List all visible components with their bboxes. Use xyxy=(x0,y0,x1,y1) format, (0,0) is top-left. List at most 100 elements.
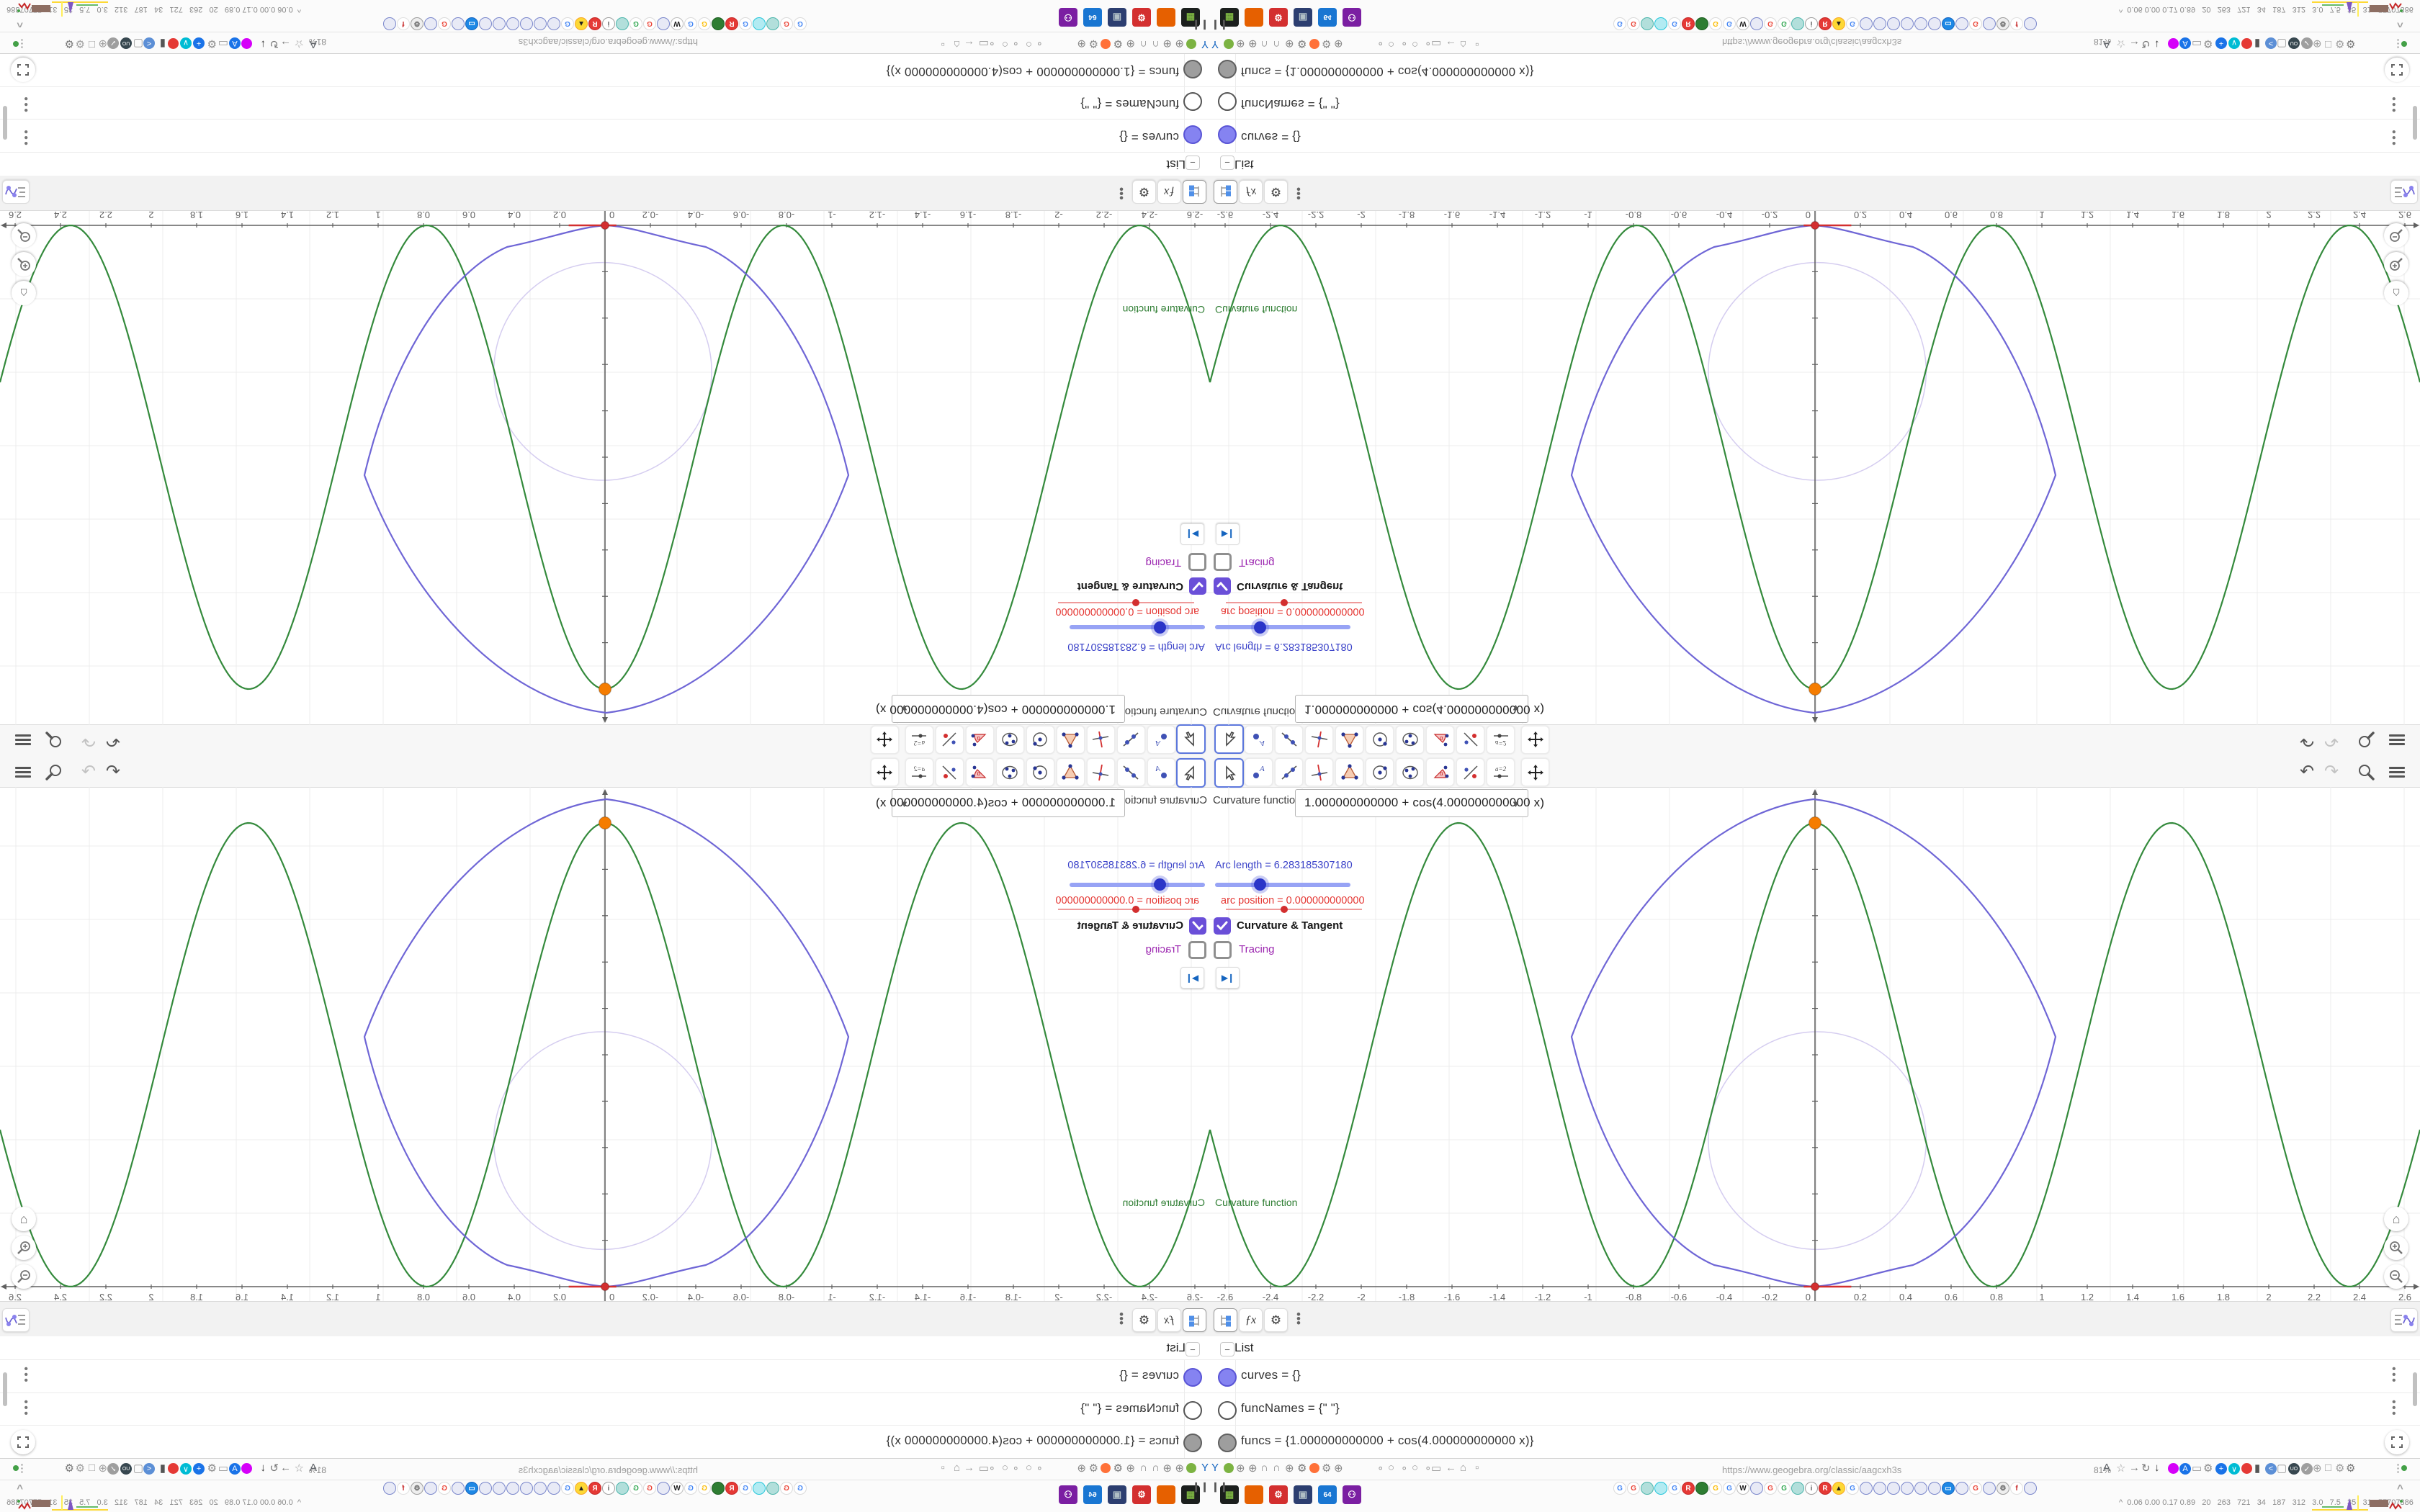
algebra-tree-button[interactable] xyxy=(1183,180,1206,204)
tab-favicon[interactable]: G xyxy=(1709,1482,1722,1495)
tab-favicon[interactable]: ▭ xyxy=(465,17,478,30)
conic-tool[interactable] xyxy=(1396,726,1424,754)
zoom-out-button[interactable] xyxy=(12,1264,36,1289)
browser-icon[interactable]: ⚙ xyxy=(1089,1462,1098,1475)
move-graphics-tool[interactable] xyxy=(1521,726,1549,754)
browser-icon[interactable]: ↻ xyxy=(269,37,279,50)
tab-favicon[interactable] xyxy=(766,17,779,30)
view-toggle-button[interactable] xyxy=(2,180,30,204)
row-menu-icon[interactable]: • • • xyxy=(2392,125,2396,149)
extension-icon[interactable]: ✓ xyxy=(107,37,119,49)
angle-tool[interactable]: α xyxy=(966,758,994,786)
browser-icon[interactable]: ⚙ xyxy=(207,37,217,50)
browser-icon[interactable]: ∘ xyxy=(1377,37,1384,50)
redo-button[interactable]: ↷ xyxy=(2324,762,2339,782)
tab-favicon[interactable]: G xyxy=(1613,17,1626,30)
browser-icon[interactable]: ▢ xyxy=(2277,1462,2287,1475)
fullscreen-button[interactable] xyxy=(2385,58,2409,82)
browser-icon[interactable]: ▭ xyxy=(218,37,228,50)
view-toggle-button[interactable] xyxy=(2,1308,30,1332)
tab-favicon[interactable]: G xyxy=(1723,17,1736,30)
zoom-out-button[interactable] xyxy=(2384,1264,2408,1289)
move-tool[interactable] xyxy=(1176,724,1206,754)
tab-favicon[interactable]: G xyxy=(1764,1482,1777,1495)
main-menu-button[interactable] xyxy=(2389,765,2405,785)
tab-favicon[interactable]: G xyxy=(698,1482,711,1495)
algebra-row-funcnames[interactable]: funcNames = {" "} • • • xyxy=(0,86,1210,120)
browser-icon[interactable]: ⊕ xyxy=(1077,37,1086,50)
browser-icon[interactable]: ↻ xyxy=(2141,1462,2151,1475)
row-menu-icon[interactable]: • • • xyxy=(2392,1364,2396,1387)
browser-icon[interactable]: ∘ xyxy=(1401,37,1407,50)
curvature-tangent-checkbox[interactable] xyxy=(1189,917,1206,935)
tab-favicon[interactable]: ⚙ xyxy=(1996,17,2009,30)
address-bar-url[interactable]: https://www.geogebra.org/classic/aagcxh3… xyxy=(1722,1464,1901,1475)
browser-icon[interactable]: ∩ xyxy=(1139,38,1147,50)
extension-icon[interactable]: ✓ xyxy=(2301,37,2313,49)
extension-icon[interactable]: + xyxy=(2215,37,2227,49)
tab-favicon[interactable] xyxy=(1873,1482,1886,1495)
arc-length-slider-knob[interactable] xyxy=(1154,878,1166,891)
algebra-row-funcnames[interactable]: funcNames = {" "} • • • xyxy=(0,1392,1210,1426)
browser-icon[interactable]: ∩ xyxy=(1273,1462,1281,1474)
browser-icon[interactable]: ∩ xyxy=(1152,38,1160,50)
tab-favicon[interactable] xyxy=(1641,1482,1654,1495)
zoom-in-button[interactable] xyxy=(2384,1236,2408,1260)
extension-icon[interactable]: < xyxy=(2265,1463,2277,1475)
perpendicular-line-tool[interactable] xyxy=(1305,726,1333,754)
tab-favicon[interactable]: G xyxy=(684,17,697,30)
tab-favicon[interactable]: G xyxy=(1969,1482,1982,1495)
graphics-view[interactable]: -2.6 -2.4 -2.2 -2 -1.8 -1.6 -1.4 -1.2 -1 -0.8 -0.6… xyxy=(0,787,1210,1301)
browser-icon[interactable]: ▮ xyxy=(2254,1462,2260,1475)
app-icon[interactable]: ▣ xyxy=(1294,8,1312,27)
tab-favicon[interactable] xyxy=(383,17,396,30)
tab-favicon[interactable]: G xyxy=(1613,1482,1626,1495)
tab-favicon[interactable] xyxy=(2024,1482,2037,1495)
scrollbar-thumb[interactable] xyxy=(2413,106,2417,140)
graphics-view[interactable]: -2.6 -2.4 -2.2 -2 -1.8 -1.6 -1.4 -1.2 -1 -0.8 -0.6… xyxy=(0,211,1210,725)
redo-button[interactable]: ↷ xyxy=(81,730,96,750)
browser-icon[interactable]: ⚙ xyxy=(65,1462,74,1475)
visibility-marble[interactable] xyxy=(1218,1368,1237,1387)
tab-favicon[interactable] xyxy=(616,17,629,30)
browser-icon[interactable]: ↓ xyxy=(2154,1462,2160,1474)
tab-favicon[interactable]: ▭ xyxy=(465,1482,478,1495)
algebra-tree-button[interactable] xyxy=(1183,1308,1206,1332)
row-menu-icon[interactable]: • • • xyxy=(24,1396,28,1420)
extension-icon[interactable] xyxy=(2168,38,2179,49)
extension-icon[interactable] xyxy=(2241,38,2252,49)
browser-icon[interactable]: ⊕ xyxy=(1126,37,1135,50)
tab-favicon[interactable] xyxy=(1901,17,1914,30)
tab-favicon[interactable] xyxy=(1928,17,1941,30)
browser-icon[interactable]: ⚙ xyxy=(1322,37,1331,50)
tab-favicon[interactable]: G xyxy=(1969,17,1982,30)
browser-icon[interactable]: ▫ xyxy=(941,38,945,50)
browser-icon[interactable]: ∘ xyxy=(1401,1462,1407,1475)
browser-icon[interactable]: ↓ xyxy=(261,38,266,50)
app-icon[interactable]: ⚙ xyxy=(1132,1485,1151,1504)
browser-icon[interactable]: ⊕ xyxy=(1285,1462,1294,1475)
extension-icon[interactable]: A xyxy=(229,37,241,49)
tab-favicon[interactable] xyxy=(753,17,766,30)
algebra-row-curves[interactable]: curves = {} • • • xyxy=(1210,120,2420,153)
kebab-menu-button[interactable]: • • • xyxy=(1119,182,1124,204)
browser-icon[interactable]: → xyxy=(2129,38,2140,50)
browser-icon[interactable]: ↓ xyxy=(2154,38,2160,50)
perpendicular-line-tool[interactable] xyxy=(1087,758,1115,786)
algebra-row-funcs[interactable]: funcs = {1.000000000000 + cos(4.00000000… xyxy=(1210,54,2420,87)
browser-icon[interactable]: ▫ xyxy=(941,1462,945,1474)
browser-icon[interactable]: A xyxy=(310,38,317,50)
zoom-out-button[interactable] xyxy=(2384,223,2408,248)
line-tool[interactable] xyxy=(1275,726,1303,754)
search-button[interactable] xyxy=(2357,730,2375,750)
arc-length-slider-knob[interactable] xyxy=(1154,621,1166,634)
row-menu-icon[interactable]: • • • xyxy=(24,125,28,149)
angle-tool[interactable]: α xyxy=(1426,726,1454,754)
arc-position-slider-knob[interactable] xyxy=(1132,599,1139,606)
extension-icon[interactable]: < xyxy=(143,37,155,49)
visibility-marble[interactable] xyxy=(1218,1434,1237,1452)
tab-favicon[interactable] xyxy=(1695,1482,1708,1495)
reflect-tool[interactable] xyxy=(1456,726,1484,754)
app-icon[interactable]: ⚙ xyxy=(1132,8,1151,27)
slider-tool[interactable]: a=2 xyxy=(905,758,933,786)
